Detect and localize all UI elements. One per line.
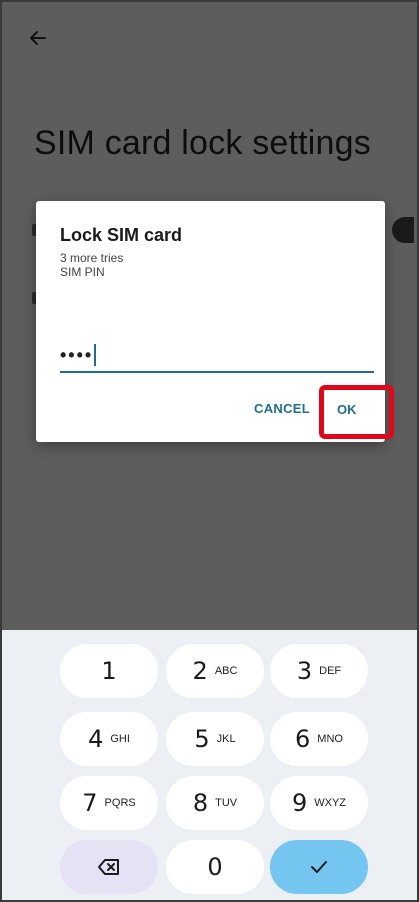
key-0[interactable]: 0 <box>166 840 264 894</box>
pin-input[interactable]: •••• <box>60 339 374 373</box>
cancel-button[interactable]: CANCEL <box>248 396 316 420</box>
text-cursor <box>94 344 97 366</box>
arrow-left-icon <box>30 31 46 45</box>
checkmark-icon <box>311 861 327 873</box>
tries-remaining: 3 more tries <box>60 251 124 265</box>
pin-value: •••• <box>60 344 94 365</box>
done-key[interactable] <box>270 840 368 894</box>
key-5[interactable]: 5 JKL <box>166 712 264 766</box>
key-1[interactable]: 1 <box>60 644 158 698</box>
key-2[interactable]: 2 ABC <box>166 644 264 698</box>
backspace-icon <box>98 859 119 875</box>
page-title: SIM card lock settings <box>34 124 371 162</box>
key-7[interactable]: 7 PQRS <box>60 776 158 830</box>
delete-key[interactable] <box>60 840 158 894</box>
key-6[interactable]: 6 MNO <box>270 712 368 766</box>
dialog-title: Lock SIM card <box>60 225 183 245</box>
key-3[interactable]: 3 DEF <box>270 644 368 698</box>
key-4[interactable]: 4 GHI <box>60 712 158 766</box>
pin-label: SIM PIN <box>60 265 105 279</box>
ok-button-highlight <box>319 385 394 439</box>
numeric-keypad: 1 2 ABC 3 DEF 4 GHI 5 JKL 6 MNO 7 PQRS 8… <box>2 630 417 900</box>
key-8[interactable]: 8 TUV <box>166 776 264 830</box>
key-9[interactable]: 9 WXYZ <box>270 776 368 830</box>
phone-screen: SIM card lock settings Lock SIM card 3 m… <box>0 0 419 902</box>
back-button[interactable] <box>22 24 54 52</box>
lock-sim-toggle[interactable] <box>392 217 414 243</box>
